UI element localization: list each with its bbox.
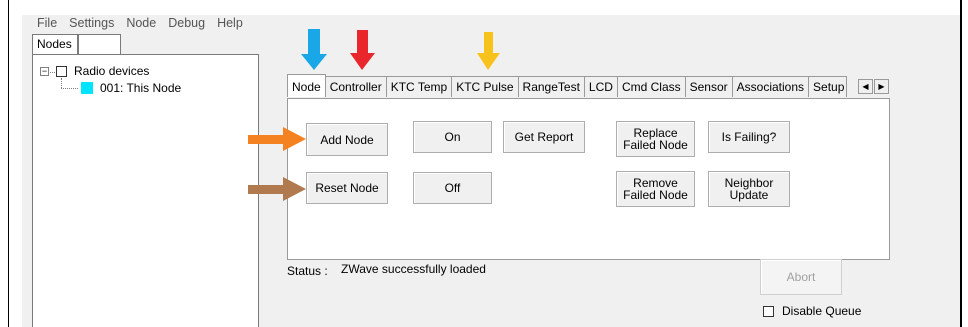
annotation-layer [248, 29, 500, 201]
brown-right-arrow-icon [248, 177, 306, 201]
blue-down-arrow-icon [301, 29, 327, 70]
orange-right-arrow-icon [248, 127, 306, 151]
red-down-arrow-icon [350, 30, 375, 70]
yellow-down-arrow-icon [477, 32, 500, 70]
